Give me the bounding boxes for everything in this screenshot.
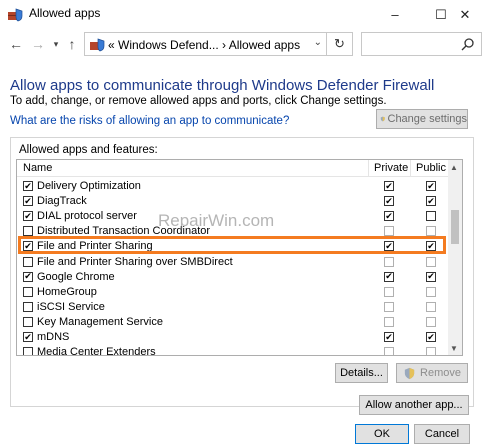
- public-checkbox[interactable]: [426, 211, 436, 222]
- scroll-up-icon[interactable]: ▲: [450, 163, 458, 172]
- breadcrumb[interactable]: « Windows Defend... › Allowed apps: [108, 38, 300, 52]
- enable-checkbox[interactable]: ✔: [23, 181, 33, 191]
- app-name: File and Printer Sharing over SMBDirect: [37, 255, 233, 268]
- private-checkbox[interactable]: [384, 286, 394, 297]
- enable-checkbox[interactable]: [23, 301, 33, 312]
- cancel-button[interactable]: Cancel: [414, 424, 470, 444]
- public-checkbox[interactable]: [426, 286, 436, 297]
- list-item[interactable]: HomeGroup: [17, 285, 449, 300]
- close-icon[interactable]: ✕: [448, 0, 482, 29]
- column-divider: [368, 160, 369, 177]
- risks-link[interactable]: What are the risks of allowing an app to…: [10, 115, 289, 127]
- private-checkbox[interactable]: [384, 316, 394, 327]
- enable-checkbox[interactable]: ✔: [23, 271, 33, 282]
- private-checkbox[interactable]: [384, 226, 394, 237]
- address-dropdown-icon[interactable]: ⌄: [314, 37, 322, 48]
- enable-checkbox[interactable]: [23, 286, 33, 297]
- remove-label: Remove: [420, 367, 461, 379]
- private-checkbox[interactable]: ✔: [384, 181, 394, 191]
- app-name: DiagTrack: [37, 195, 87, 208]
- allowed-apps-list[interactable]: Name Private Public ✔ Delivery Optimizati…: [16, 159, 463, 356]
- details-button[interactable]: Details...: [335, 363, 388, 383]
- firewall-app-icon: [8, 8, 23, 22]
- search-input[interactable]: [361, 32, 482, 56]
- app-name: Media Center Extenders: [37, 346, 156, 356]
- column-header-public[interactable]: Public: [416, 162, 446, 174]
- list-item[interactable]: Key Management Service: [17, 315, 449, 330]
- private-checkbox[interactable]: [384, 301, 394, 312]
- ok-button[interactable]: OK: [355, 424, 409, 444]
- change-settings-button[interactable]: Change settings: [376, 109, 468, 129]
- list-item[interactable]: ✔ mDNS ✔ ✔: [17, 330, 449, 345]
- private-checkbox[interactable]: ✔: [384, 211, 394, 222]
- app-name: Delivery Optimization: [37, 180, 141, 192]
- app-name: iSCSI Service: [37, 300, 105, 313]
- minimize-icon[interactable]: –: [378, 0, 412, 29]
- scroll-down-icon[interactable]: ▼: [450, 344, 458, 353]
- allow-another-app-button[interactable]: Allow another app...: [359, 395, 469, 415]
- remove-button[interactable]: Remove: [396, 363, 468, 383]
- vertical-scrollbar[interactable]: ▲ ▼: [448, 160, 462, 355]
- list-item[interactable]: File and Printer Sharing over SMBDirect: [17, 255, 449, 270]
- enable-checkbox[interactable]: [23, 256, 33, 267]
- public-checkbox[interactable]: ✔: [426, 241, 436, 252]
- title-bar: Allowed apps – ☐ ✕: [0, 0, 482, 29]
- public-checkbox[interactable]: [426, 226, 436, 237]
- private-checkbox[interactable]: ✔: [384, 271, 394, 282]
- scroll-thumb[interactable]: [451, 210, 459, 244]
- app-name: DIAL protocol server: [37, 210, 137, 223]
- list-item[interactable]: ✔ Delivery Optimization ✔ ✔: [17, 179, 449, 194]
- list-header: Name Private Public: [17, 160, 449, 177]
- page-title: Allow apps to communicate through Window…: [10, 77, 435, 94]
- navigation-bar: ← → ▾ ↑ « Windows Defend... › Allowed ap…: [0, 29, 482, 63]
- enable-checkbox[interactable]: [23, 316, 33, 327]
- list-item[interactable]: ✔ DiagTrack ✔ ✔: [17, 194, 449, 209]
- public-checkbox[interactable]: [426, 316, 436, 327]
- private-checkbox[interactable]: ✔: [384, 332, 394, 342]
- public-checkbox[interactable]: [426, 347, 436, 355]
- app-name: File and Printer Sharing: [37, 240, 153, 253]
- public-checkbox[interactable]: ✔: [426, 196, 436, 207]
- group-label: Allowed apps and features:: [19, 144, 158, 156]
- app-name: mDNS: [37, 331, 70, 343]
- list-item[interactable]: ✔ File and Printer Sharing ✔ ✔: [17, 239, 449, 254]
- enable-checkbox[interactable]: [23, 226, 33, 237]
- refresh-icon[interactable]: ↻: [327, 32, 353, 56]
- public-checkbox[interactable]: ✔: [426, 332, 436, 342]
- column-header-private[interactable]: Private: [374, 162, 408, 174]
- private-checkbox[interactable]: [384, 256, 394, 267]
- page-subtitle: To add, change, or remove allowed apps a…: [10, 95, 387, 107]
- app-name: Key Management Service: [37, 315, 163, 328]
- list-item[interactable]: Media Center Extenders: [17, 345, 449, 356]
- public-checkbox[interactable]: ✔: [426, 181, 436, 191]
- list-item[interactable]: iSCSI Service: [17, 300, 449, 315]
- enable-checkbox[interactable]: ✔: [23, 211, 33, 222]
- list-item[interactable]: ✔ Google Chrome ✔ ✔: [17, 270, 449, 285]
- window-title: Allowed apps: [29, 6, 101, 20]
- enable-checkbox[interactable]: ✔: [23, 332, 33, 342]
- public-checkbox[interactable]: [426, 301, 436, 312]
- forward-arrow-icon[interactable]: →: [28, 33, 48, 55]
- up-arrow-icon[interactable]: ↑: [62, 33, 82, 55]
- back-arrow-icon[interactable]: ←: [6, 33, 26, 55]
- private-checkbox[interactable]: ✔: [384, 241, 394, 252]
- search-icon: [461, 38, 474, 51]
- app-name: Google Chrome: [37, 270, 115, 283]
- column-header-name[interactable]: Name: [23, 162, 52, 174]
- change-settings-label: Change settings: [387, 113, 468, 125]
- enable-checkbox[interactable]: [23, 347, 33, 355]
- watermark: RepairWin.com: [158, 211, 275, 230]
- enable-checkbox[interactable]: ✔: [23, 241, 33, 252]
- private-checkbox[interactable]: [384, 347, 394, 355]
- firewall-location-icon: [90, 38, 105, 52]
- address-bar[interactable]: « Windows Defend... › Allowed apps ⌄: [84, 32, 327, 56]
- enable-checkbox[interactable]: ✔: [23, 196, 33, 207]
- private-checkbox[interactable]: ✔: [384, 196, 394, 207]
- shield-icon: [404, 367, 415, 379]
- public-checkbox[interactable]: ✔: [426, 271, 436, 282]
- public-checkbox[interactable]: [426, 256, 436, 267]
- shield-icon: [380, 116, 385, 122]
- app-name: HomeGroup: [37, 285, 97, 298]
- column-divider: [410, 160, 411, 177]
